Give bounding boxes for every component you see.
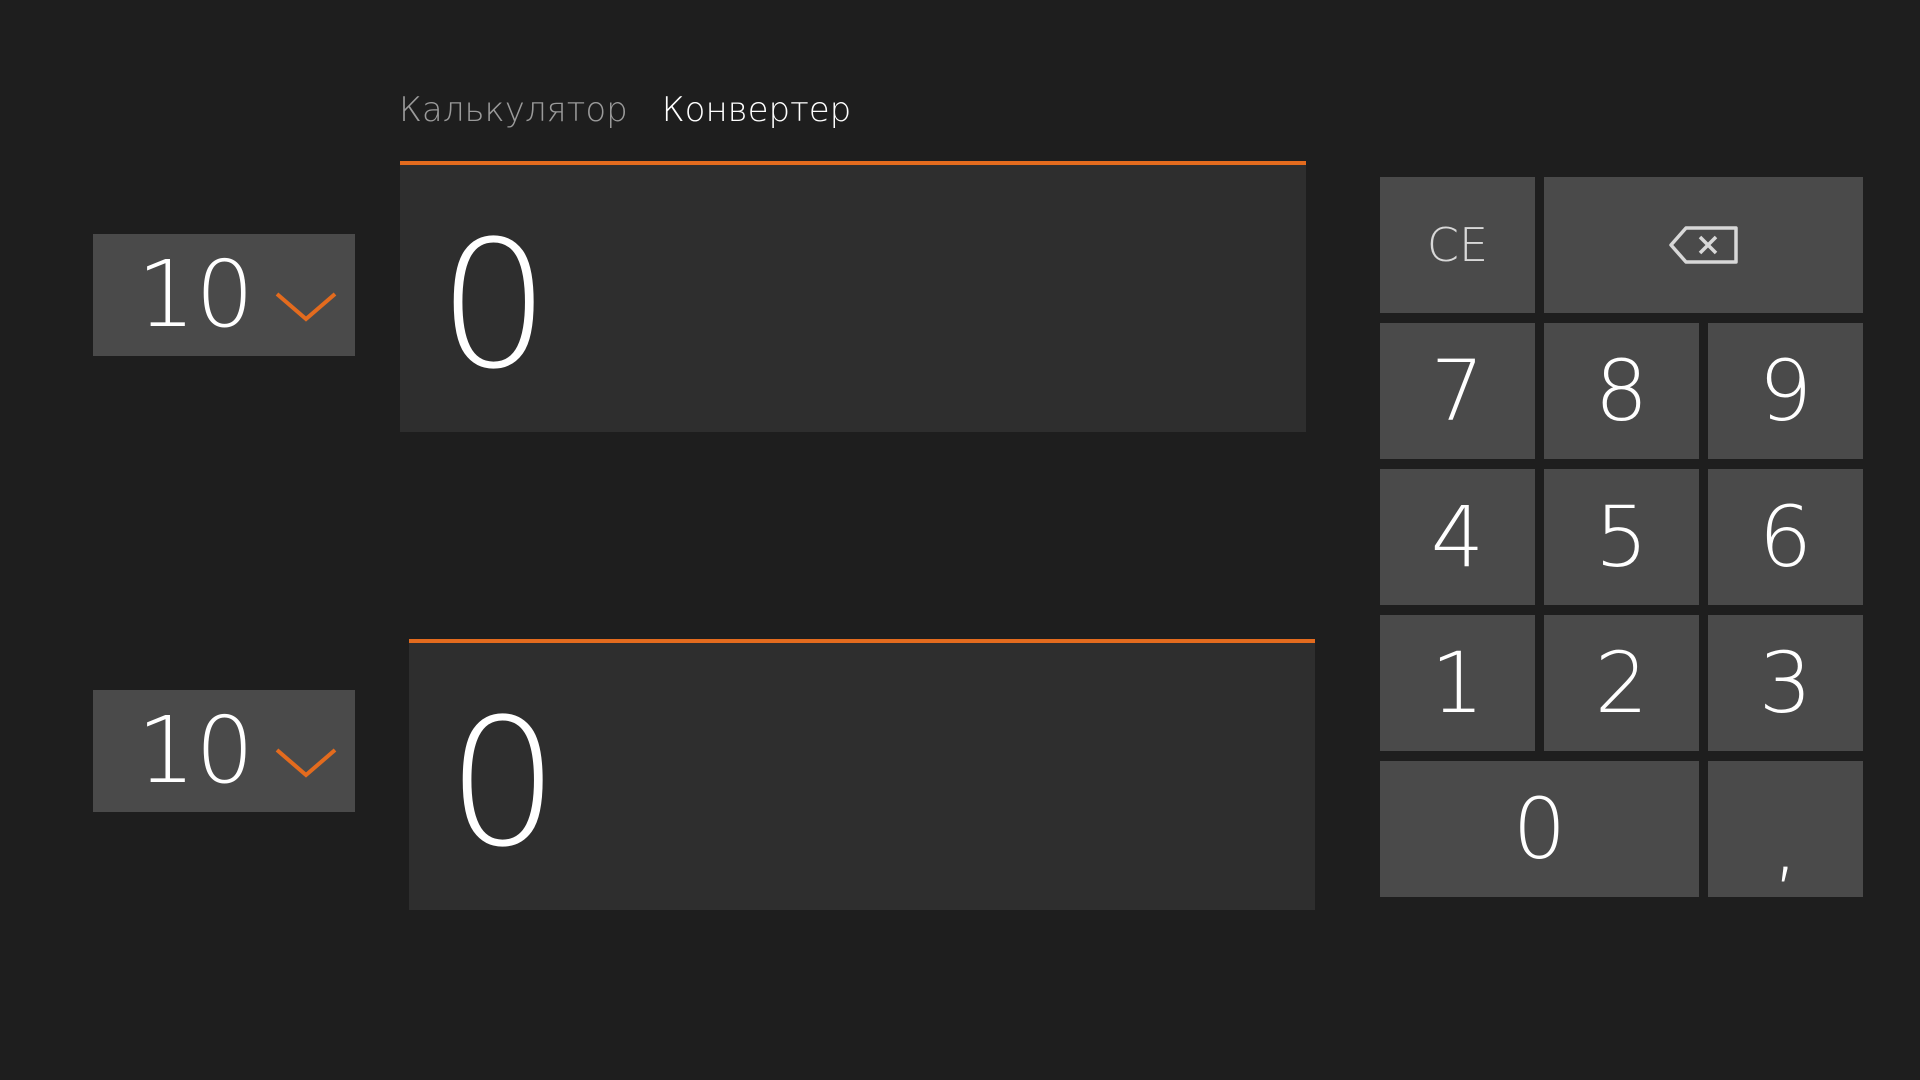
source-base-dropdown[interactable]: 10 bbox=[93, 234, 355, 356]
chevron-down-icon bbox=[275, 748, 337, 778]
digit-label: 5 bbox=[1594, 488, 1649, 586]
digit-3-button[interactable]: 3 bbox=[1708, 615, 1863, 751]
tab-calculator[interactable]: Калькулятор bbox=[399, 86, 628, 134]
digit-0-button[interactable]: 0 bbox=[1380, 761, 1699, 897]
digit-7-button[interactable]: 7 bbox=[1380, 323, 1535, 459]
digit-label: 8 bbox=[1594, 342, 1649, 440]
digit-label: 0 bbox=[1512, 780, 1567, 878]
target-value-field[interactable]: 0 bbox=[409, 639, 1315, 910]
backspace-icon bbox=[1668, 226, 1738, 264]
target-base-dropdown[interactable]: 10 bbox=[93, 690, 355, 812]
source-value: 0 bbox=[438, 202, 550, 408]
digit-6-button[interactable]: 6 bbox=[1708, 469, 1863, 605]
digit-1-button[interactable]: 1 bbox=[1380, 615, 1535, 751]
clear-entry-label: CE bbox=[1426, 218, 1489, 272]
digit-label: 2 bbox=[1594, 634, 1649, 732]
source-value-field[interactable]: 0 bbox=[400, 161, 1306, 432]
digit-4-button[interactable]: 4 bbox=[1380, 469, 1535, 605]
target-value: 0 bbox=[447, 680, 559, 886]
converter-app: Калькулятор Конвертер 10 0 10 0 CE 7 8 9… bbox=[0, 0, 1920, 1080]
digit-label: 9 bbox=[1758, 342, 1813, 440]
mode-tabs: Калькулятор Конвертер bbox=[399, 86, 851, 134]
digit-8-button[interactable]: 8 bbox=[1544, 323, 1699, 459]
decimal-separator-button[interactable]: , bbox=[1708, 761, 1863, 897]
clear-entry-button[interactable]: CE bbox=[1380, 177, 1535, 313]
source-base-value: 10 bbox=[137, 241, 255, 348]
digit-label: 3 bbox=[1758, 634, 1813, 732]
digit-9-button[interactable]: 9 bbox=[1708, 323, 1863, 459]
digit-2-button[interactable]: 2 bbox=[1544, 615, 1699, 751]
digit-label: 1 bbox=[1430, 634, 1485, 732]
digit-label: 7 bbox=[1430, 342, 1485, 440]
digit-5-button[interactable]: 5 bbox=[1544, 469, 1699, 605]
tab-converter[interactable]: Конвертер bbox=[662, 86, 852, 134]
digit-label: 4 bbox=[1430, 488, 1485, 586]
backspace-button[interactable] bbox=[1544, 177, 1863, 313]
digit-label: 6 bbox=[1758, 488, 1813, 586]
decimal-label: , bbox=[1772, 794, 1799, 892]
target-base-value: 10 bbox=[137, 697, 255, 804]
chevron-down-icon bbox=[275, 292, 337, 322]
